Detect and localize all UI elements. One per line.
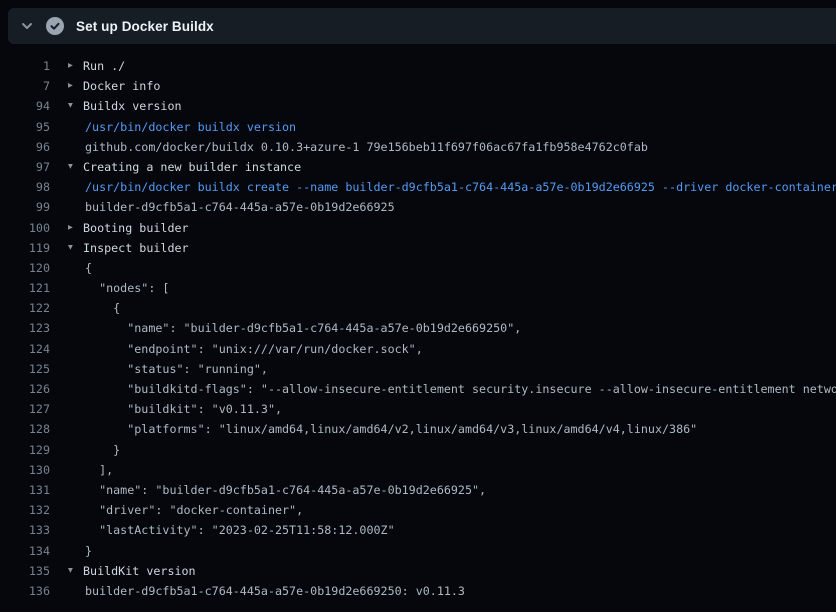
log-line: 128 "platforms": "linux/amd64,linux/amd6…	[0, 419, 836, 439]
line-number[interactable]: 133	[0, 520, 50, 540]
log-text: "name": "builder-d9cfb5a1-c764-445a-a57e…	[85, 318, 521, 338]
log-line: 99 builder-d9cfb5a1-c764-445a-a57e-0b19d…	[0, 197, 836, 217]
group-title: Buildx version	[83, 96, 182, 116]
log-text: "buildkitd-flags": "--allow-insecure-ent…	[85, 379, 836, 399]
line-number[interactable]: 99	[0, 197, 50, 217]
line-number[interactable]: 123	[0, 318, 50, 338]
line-number[interactable]: 120	[0, 258, 50, 278]
line-number[interactable]: 134	[0, 541, 50, 561]
expand-arrow-icon: ▶	[68, 56, 83, 76]
log-text: /usr/bin/docker buildx create --name bui…	[85, 177, 836, 197]
line-number[interactable]: 98	[0, 177, 50, 197]
line-number[interactable]: 136	[0, 581, 50, 601]
line-number[interactable]: 96	[0, 137, 50, 157]
log-text: "driver": "docker-container",	[85, 500, 303, 520]
step-header[interactable]: Set up Docker Buildx	[8, 8, 836, 44]
log-line: 133 "lastActivity": "2023-02-25T11:58:12…	[0, 520, 836, 540]
log-text: {	[85, 298, 120, 318]
line-number[interactable]: 132	[0, 500, 50, 520]
log-line-group[interactable]: 135 ▼ BuildKit version	[0, 561, 836, 581]
log-line: 123 "name": "builder-d9cfb5a1-c764-445a-…	[0, 318, 836, 338]
line-number[interactable]: 135	[0, 561, 50, 581]
log-text: }	[85, 440, 120, 460]
log-text: "buildkit": "v0.11.3",	[85, 399, 282, 419]
expand-arrow-icon: ▼	[68, 561, 83, 581]
line-number[interactable]: 95	[0, 117, 50, 137]
group-title: BuildKit version	[83, 561, 196, 581]
log-line-group[interactable]: 119 ▼ Inspect builder	[0, 238, 836, 258]
log-line: 122 {	[0, 298, 836, 318]
log-line: 129 }	[0, 440, 836, 460]
line-number[interactable]: 122	[0, 298, 50, 318]
expand-arrow-icon: ▶	[68, 218, 83, 238]
expand-arrow-icon: ▶	[68, 76, 83, 96]
line-number[interactable]: 126	[0, 379, 50, 399]
line-number[interactable]: 129	[0, 440, 50, 460]
log-text: github.com/docker/buildx 0.10.3+azure-1 …	[85, 137, 648, 157]
log-line: 121 "nodes": [	[0, 278, 836, 298]
line-number[interactable]: 130	[0, 460, 50, 480]
log-line-group[interactable]: 7 ▶ Docker info	[0, 76, 836, 96]
log-text: "name": "builder-d9cfb5a1-c764-445a-a57e…	[85, 480, 486, 500]
log-line: 130 ],	[0, 460, 836, 480]
line-number[interactable]: 128	[0, 419, 50, 439]
log-text: "status": "running",	[85, 359, 268, 379]
log-text: }	[85, 541, 92, 561]
line-number[interactable]: 125	[0, 359, 50, 379]
line-number[interactable]: 97	[0, 157, 50, 177]
line-number[interactable]: 1	[0, 56, 50, 76]
expand-arrow-icon: ▼	[68, 157, 83, 177]
group-title: Run ./	[83, 56, 125, 76]
check-circle-icon	[46, 17, 64, 35]
log-text: builder-d9cfb5a1-c764-445a-a57e-0b19d2e6…	[85, 581, 465, 601]
log-line: 126 "buildkitd-flags": "--allow-insecure…	[0, 379, 836, 399]
line-number[interactable]: 131	[0, 480, 50, 500]
log-text: "platforms": "linux/amd64,linux/amd64/v2…	[85, 419, 697, 439]
log-text: "nodes": [	[85, 278, 169, 298]
log-line: 124 "endpoint": "unix:///var/run/docker.…	[0, 339, 836, 359]
log-line: 95 /usr/bin/docker buildx version	[0, 117, 836, 137]
log-line: 127 "buildkit": "v0.11.3",	[0, 399, 836, 419]
log-text: "lastActivity": "2023-02-25T11:58:12.000…	[85, 520, 395, 540]
expand-arrow-icon: ▼	[68, 238, 83, 258]
log-line: 131 "name": "builder-d9cfb5a1-c764-445a-…	[0, 480, 836, 500]
log-line: 132 "driver": "docker-container",	[0, 500, 836, 520]
log-line: 134 }	[0, 541, 836, 561]
log-line: 125 "status": "running",	[0, 359, 836, 379]
log-container: 1 ▶ Run ./ 7 ▶ Docker info 94 ▼ Buildx v…	[0, 44, 836, 601]
expand-arrow-icon: ▼	[68, 96, 83, 116]
line-number[interactable]: 121	[0, 278, 50, 298]
group-title: Docker info	[83, 76, 160, 96]
line-number[interactable]: 124	[0, 339, 50, 359]
log-text: /usr/bin/docker buildx version	[85, 117, 296, 137]
log-line: 120 {	[0, 258, 836, 278]
line-number[interactable]: 100	[0, 218, 50, 238]
log-text: builder-d9cfb5a1-c764-445a-a57e-0b19d2e6…	[85, 197, 395, 217]
log-text: "endpoint": "unix:///var/run/docker.sock…	[85, 339, 423, 359]
log-text: {	[85, 258, 92, 278]
log-line-group[interactable]: 100 ▶ Booting builder	[0, 218, 836, 238]
log-line-group[interactable]: 94 ▼ Buildx version	[0, 96, 836, 116]
log-text: ],	[85, 460, 113, 480]
log-line-group[interactable]: 1 ▶ Run ./	[0, 56, 836, 76]
line-number[interactable]: 94	[0, 96, 50, 116]
line-number[interactable]: 119	[0, 238, 50, 258]
chevron-down-icon[interactable]	[19, 18, 35, 34]
log-line: 96 github.com/docker/buildx 0.10.3+azure…	[0, 137, 836, 157]
step-title: Set up Docker Buildx	[76, 19, 214, 34]
group-title: Creating a new builder instance	[83, 157, 301, 177]
line-number[interactable]: 127	[0, 399, 50, 419]
log-line-group[interactable]: 97 ▼ Creating a new builder instance	[0, 157, 836, 177]
group-title: Inspect builder	[83, 238, 189, 258]
line-number[interactable]: 7	[0, 76, 50, 96]
log-line: 98 /usr/bin/docker buildx create --name …	[0, 177, 836, 197]
group-title: Booting builder	[83, 218, 189, 238]
log-line: 136 builder-d9cfb5a1-c764-445a-a57e-0b19…	[0, 581, 836, 601]
